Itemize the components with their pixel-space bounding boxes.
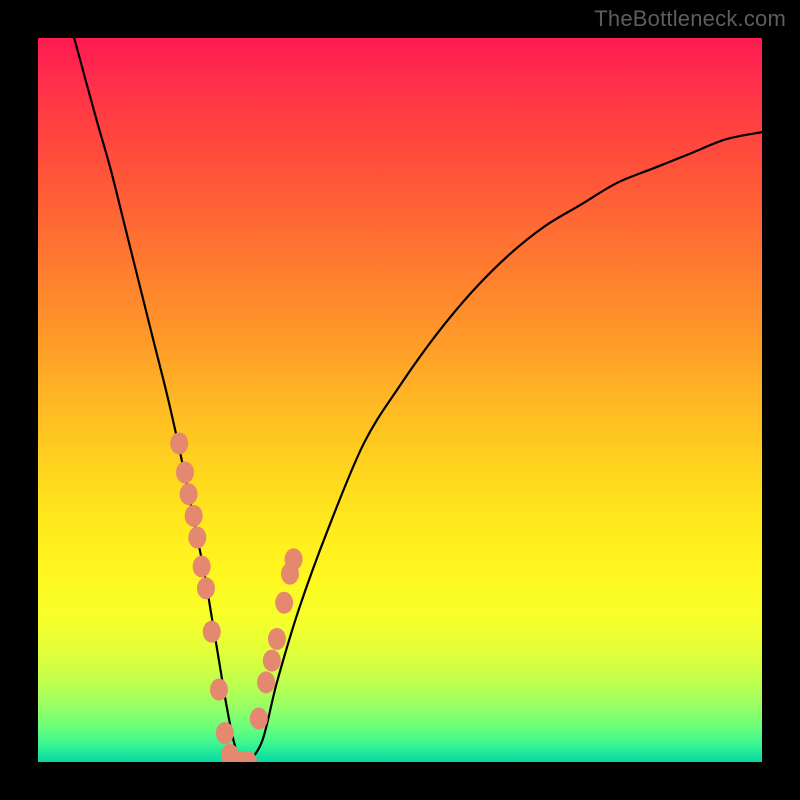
watermark-text: TheBottleneck.com — [594, 6, 786, 32]
marker-dot — [216, 722, 234, 744]
bottleneck-curve — [74, 38, 762, 762]
plot-area — [38, 38, 762, 762]
marker-dot — [250, 708, 268, 730]
marker-group — [170, 432, 302, 762]
marker-dot — [203, 621, 221, 643]
marker-dot — [170, 432, 188, 454]
marker-dot — [188, 527, 206, 549]
marker-dot — [197, 577, 215, 599]
marker-dot — [180, 483, 198, 505]
marker-dot — [176, 461, 194, 483]
marker-dot — [193, 556, 211, 578]
chart-svg — [38, 38, 762, 762]
marker-dot — [210, 679, 228, 701]
marker-dot — [257, 671, 275, 693]
marker-dot — [268, 628, 286, 650]
marker-dot — [185, 505, 203, 527]
marker-dot — [285, 548, 303, 570]
chart-frame: TheBottleneck.com — [0, 0, 800, 800]
marker-dot — [275, 592, 293, 614]
marker-dot — [263, 650, 281, 672]
